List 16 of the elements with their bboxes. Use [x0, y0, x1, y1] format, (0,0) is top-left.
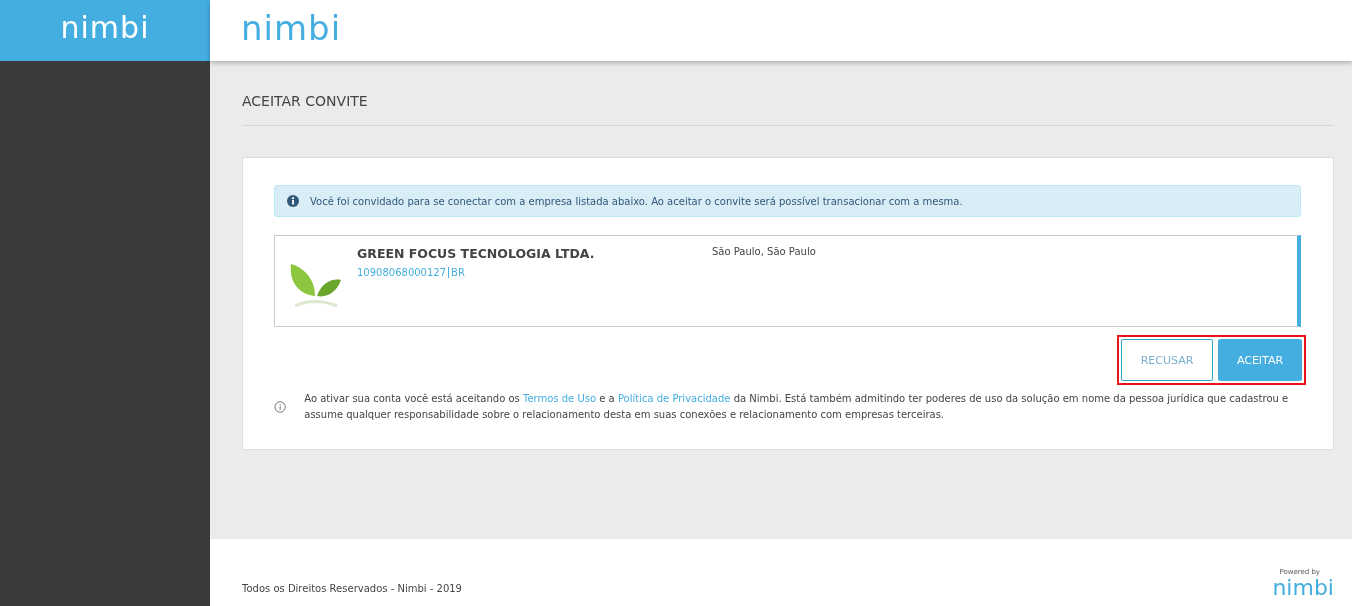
alert-text: Você foi convidado para se conectar com a empresa listada abaixo. Ao aceitar o convite será possível transacionar com a mesma. — [310, 195, 963, 207]
page-title: ACEITAR CONVITE — [242, 93, 1334, 126]
terms-notice: Ao ativar sua conta você está aceitando os Termos de Uso e a Política de Privacidade da Nimbi. Está também admitindo ter poderes de uso da solução em nome da pessoa jurídica que cadastrou e assume qualquer responsabilidade sobre o relacionamento desta em suas conexões e relacionamento com empresas terceiras. — [304, 392, 1290, 422]
copyright-text: Todos os Direitos Reservados - Nimbi - 2019 — [242, 583, 462, 594]
accept-button[interactable]: ACEITAR — [1218, 339, 1302, 381]
company-name: GREEN FOCUS TECNOLOGIA LTDA. — [357, 246, 596, 261]
info-icon — [287, 195, 299, 207]
decline-button[interactable]: RECUSAR — [1121, 339, 1213, 381]
terms-link[interactable]: Política de Privacidade — [617, 393, 731, 404]
company-country: BR — [448, 267, 465, 278]
company-document: 10908068000127 — [357, 267, 447, 278]
company-location: São Paulo, São Paulo — [712, 246, 816, 259]
nimbi-logo: nimbi — [1272, 576, 1334, 600]
terms-link[interactable]: Termos de Uso — [522, 393, 597, 404]
nimbi-logo[interactable]: nimbi — [60, 10, 150, 51]
nimbi-logo[interactable]: nimbi — [241, 7, 342, 54]
